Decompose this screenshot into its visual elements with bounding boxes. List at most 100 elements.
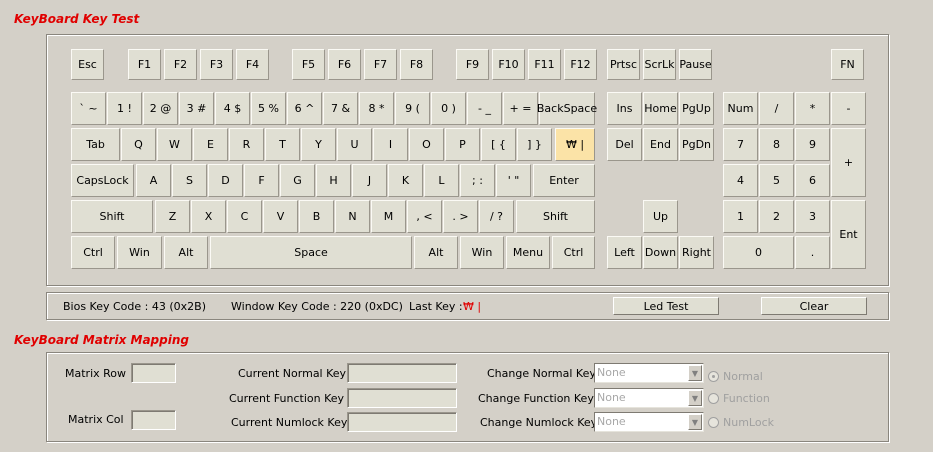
key-7[interactable]: 7 & [323, 92, 358, 125]
key-won[interactable]: ₩ | [555, 128, 595, 161]
key-f3[interactable]: F3 [200, 49, 233, 80]
key-tab[interactable]: Tab [71, 128, 120, 161]
key-down[interactable]: Down [643, 236, 678, 269]
key-x[interactable]: X [191, 200, 226, 233]
key-9[interactable]: 9 ( [395, 92, 430, 125]
key-home[interactable]: Home [643, 92, 678, 125]
key-4[interactable]: 4 $ [215, 92, 250, 125]
key-1[interactable]: 1 ! [107, 92, 142, 125]
key-num3[interactable]: 3 [795, 200, 830, 233]
key-period[interactable]: . > [443, 200, 478, 233]
key-right-ctrl[interactable]: Ctrl [552, 236, 595, 269]
key-enter[interactable]: Enter [533, 164, 595, 197]
key-left-win[interactable]: Win [117, 236, 162, 269]
key-left-shift[interactable]: Shift [71, 200, 153, 233]
dropdown-arrow-icon[interactable]: ▼ [688, 390, 702, 406]
key-3[interactable]: 3 # [179, 92, 214, 125]
key-del[interactable]: Del [607, 128, 642, 161]
key-q[interactable]: Q [121, 128, 156, 161]
key-left-alt[interactable]: Alt [164, 236, 208, 269]
key-quote[interactable]: ' " [496, 164, 531, 197]
key-f2[interactable]: F2 [164, 49, 197, 80]
key-n[interactable]: N [335, 200, 370, 233]
key-s[interactable]: S [172, 164, 207, 197]
key-5[interactable]: 5 % [251, 92, 286, 125]
key-num9[interactable]: 9 [795, 128, 830, 161]
key-num4[interactable]: 4 [723, 164, 758, 197]
key-f12[interactable]: F12 [564, 49, 597, 80]
key-right-shift[interactable]: Shift [516, 200, 595, 233]
key-right[interactable]: Right [679, 236, 714, 269]
key-y[interactable]: Y [301, 128, 336, 161]
key-f7[interactable]: F7 [364, 49, 397, 80]
key-numdot[interactable]: . [795, 236, 830, 269]
key-scrlk[interactable]: ScrLk [643, 49, 676, 80]
key-8[interactable]: 8 * [359, 92, 394, 125]
key-left-ctrl[interactable]: Ctrl [71, 236, 115, 269]
key-f10[interactable]: F10 [492, 49, 525, 80]
key-num7[interactable]: 7 [723, 128, 758, 161]
key-prtsc[interactable]: Prtsc [607, 49, 640, 80]
key-p[interactable]: P [445, 128, 480, 161]
key-num5[interactable]: 5 [759, 164, 794, 197]
key-capslock[interactable]: CapsLock [71, 164, 134, 197]
key-e[interactable]: E [193, 128, 228, 161]
key-grave[interactable]: ` ~ [71, 92, 106, 125]
key-z[interactable]: Z [155, 200, 190, 233]
key-num1[interactable]: 1 [723, 200, 758, 233]
key-0[interactable]: 0 ) [431, 92, 466, 125]
key-a[interactable]: A [136, 164, 171, 197]
key-ins[interactable]: Ins [607, 92, 642, 125]
key-6[interactable]: 6 ^ [287, 92, 322, 125]
key-rbracket[interactable]: ] } [517, 128, 552, 161]
key-num2[interactable]: 2 [759, 200, 794, 233]
key-right-win[interactable]: Win [460, 236, 504, 269]
key-slash[interactable]: / ? [479, 200, 514, 233]
key-f4[interactable]: F4 [236, 49, 269, 80]
key-v[interactable]: V [263, 200, 298, 233]
key-semicolon[interactable]: ; : [460, 164, 495, 197]
key-2[interactable]: 2 @ [143, 92, 178, 125]
key-t[interactable]: T [265, 128, 300, 161]
key-nummul[interactable]: * [795, 92, 830, 125]
key-i[interactable]: I [373, 128, 408, 161]
key-minus[interactable]: - _ [467, 92, 502, 125]
key-esc[interactable]: Esc [71, 49, 104, 80]
key-right-alt[interactable]: Alt [414, 236, 458, 269]
key-m[interactable]: M [371, 200, 406, 233]
key-num6[interactable]: 6 [795, 164, 830, 197]
key-d[interactable]: D [208, 164, 243, 197]
key-w[interactable]: W [157, 128, 192, 161]
key-num0[interactable]: 0 [723, 236, 794, 269]
key-j[interactable]: J [352, 164, 387, 197]
key-up[interactable]: Up [643, 200, 678, 233]
led-test-button[interactable]: Led Test [613, 297, 719, 315]
key-pgdn[interactable]: PgDn [679, 128, 714, 161]
key-f11[interactable]: F11 [528, 49, 561, 80]
key-menu[interactable]: Menu [506, 236, 550, 269]
key-end[interactable]: End [643, 128, 678, 161]
dropdown-arrow-icon[interactable]: ▼ [688, 365, 702, 381]
key-b[interactable]: B [299, 200, 334, 233]
key-equal[interactable]: + = [503, 92, 538, 125]
key-backspace[interactable]: BackSpace [537, 92, 597, 125]
key-o[interactable]: O [409, 128, 444, 161]
key-num8[interactable]: 8 [759, 128, 794, 161]
key-numenter[interactable]: Ent [831, 200, 866, 269]
key-f9[interactable]: F9 [456, 49, 489, 80]
key-f8[interactable]: F8 [400, 49, 433, 80]
key-numadd[interactable]: + [831, 128, 866, 197]
key-l[interactable]: L [424, 164, 459, 197]
key-left[interactable]: Left [607, 236, 642, 269]
clear-button[interactable]: Clear [761, 297, 867, 315]
key-f1[interactable]: F1 [128, 49, 161, 80]
radio-function[interactable]: Function [708, 392, 770, 405]
key-pgup[interactable]: PgUp [679, 92, 714, 125]
key-comma[interactable]: , < [407, 200, 442, 233]
key-u[interactable]: U [337, 128, 372, 161]
change-function-key-select[interactable]: None ▼ [594, 388, 704, 408]
key-numsub[interactable]: - [831, 92, 866, 125]
key-numlock[interactable]: Num [723, 92, 758, 125]
key-h[interactable]: H [316, 164, 351, 197]
radio-numlock[interactable]: NumLock [708, 416, 774, 429]
